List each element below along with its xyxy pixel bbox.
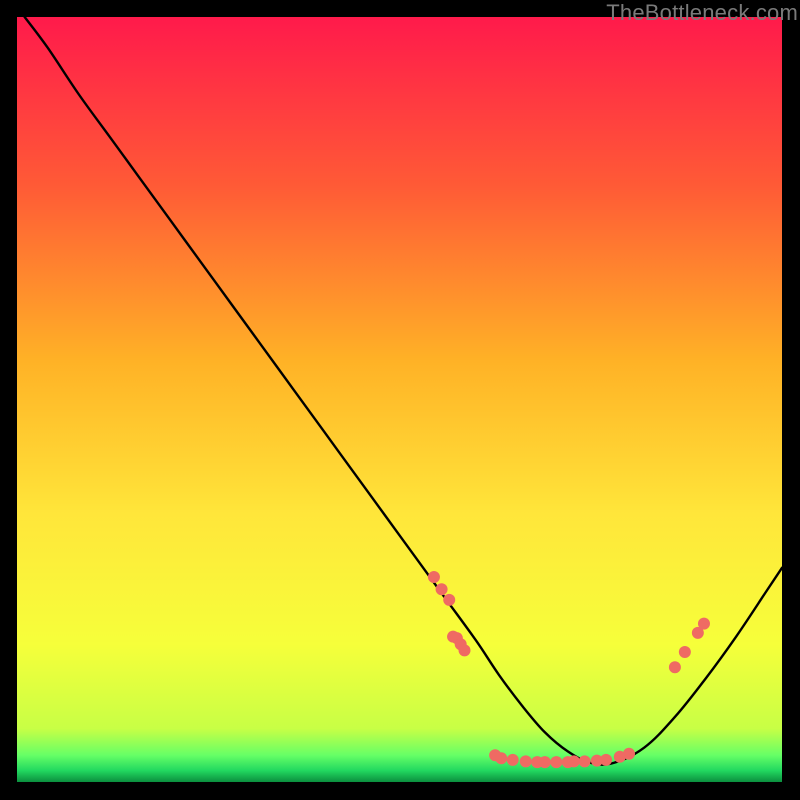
scatter-point (579, 755, 591, 767)
scatter-point (495, 752, 507, 764)
chart-frame (17, 17, 782, 782)
scatter-point (623, 748, 635, 760)
scatter-point (539, 756, 551, 768)
scatter-point (443, 594, 455, 606)
scatter-point (679, 646, 691, 658)
gradient-background (17, 17, 782, 782)
scatter-point (568, 755, 580, 767)
scatter-point (600, 754, 612, 766)
scatter-point (550, 756, 562, 768)
scatter-point (436, 583, 448, 595)
scatter-point (428, 571, 440, 583)
scatter-point (698, 618, 710, 630)
chart-svg (17, 17, 782, 782)
scatter-point (520, 755, 532, 767)
scatter-point (459, 644, 471, 656)
scatter-point (507, 754, 519, 766)
watermark-text: TheBottleneck.com (606, 0, 798, 26)
scatter-point (669, 661, 681, 673)
